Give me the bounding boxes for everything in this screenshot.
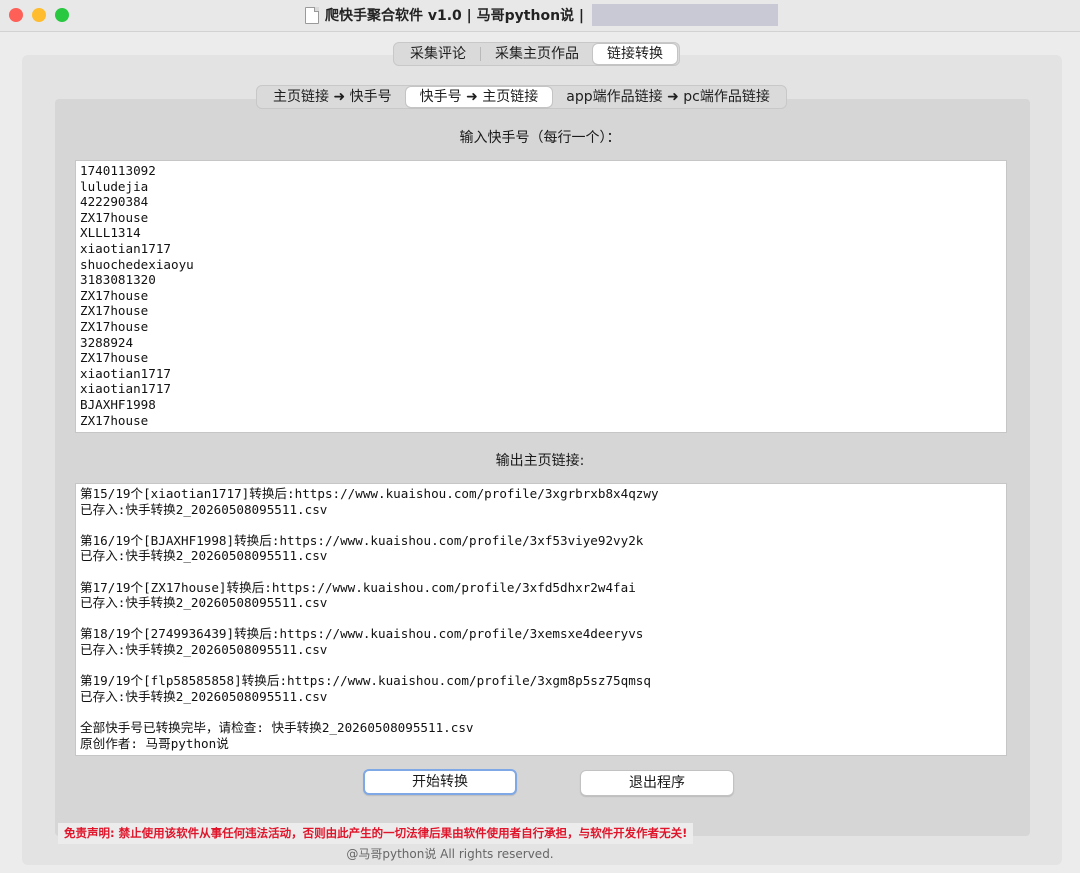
text-line: 1740113092: [80, 163, 156, 178]
tab-link-convert[interactable]: 链接转换: [593, 44, 677, 64]
text-line: [80, 611, 1002, 627]
subtab-id-to-profile[interactable]: 快手号 ➜ 主页链接: [405, 87, 553, 107]
text-line: 第18/19个[2749936439]转换后:https://www.kuais…: [80, 626, 644, 642]
text-line: ZX17house: [80, 209, 149, 225]
main-tab-bar: 采集评论 采集主页作品 链接转换: [393, 42, 680, 66]
text-line: XLLL1314: [80, 225, 141, 241]
output-label: 输出主页链接:: [495, 453, 585, 469]
text-line: shuochedexiaoyu: [80, 256, 194, 272]
subtab-app-to-pc-link[interactable]: app端作品链接 ➜ pc端作品链接: [552, 87, 784, 107]
text-line: 422290384: [80, 194, 149, 210]
text-line: 第15/19个[xiaotian1717]转换后:https://www.kua…: [80, 486, 659, 501]
close-window-button[interactable]: [9, 8, 23, 22]
copyright-text: @马哥python说 All rights reserved.: [346, 847, 554, 861]
sub-tab-bar: 主页链接 ➜ 快手号 快手号 ➜ 主页链接 app端作品链接 ➜ pc端作品链接: [256, 85, 787, 109]
document-icon: [305, 6, 319, 24]
text-line: 第17/19个[ZX17house]转换后:https://www.kuaish…: [80, 579, 636, 595]
disclaimer-text: 免责声明: 禁止使用该软件从事任何违法活动，否则由此产生的一切法律后果由软件使用…: [58, 823, 694, 844]
input-label: 输入快手号（每行一个）：: [459, 130, 621, 146]
text-line: 已存入:快手转换2_20260508095511.csv: [80, 595, 328, 611]
window-title-group: 爬快手聚合软件 v1.0 | 马哥python说 |: [305, 4, 779, 26]
text-line: ZX17house: [80, 350, 149, 366]
text-line: 第16/19个[BJAXHF1998]转换后:https://www.kuais…: [80, 532, 644, 548]
subtab-profile-to-id[interactable]: 主页链接 ➜ 快手号: [259, 87, 406, 107]
text-line: xiaotian1717: [80, 365, 171, 381]
text-line: [80, 658, 1002, 674]
window-title: 爬快手聚合软件 v1.0 | 马哥python说 |: [325, 8, 585, 24]
text-line: 全部快手号已转换完毕，请检查: 快手转换2_20260508095511.csv: [80, 719, 474, 735]
redacted-area: [592, 4, 779, 26]
start-convert-button[interactable]: 开始转换: [363, 769, 517, 795]
text-line: [80, 704, 1002, 720]
text-line: BJAXHF1998: [80, 396, 156, 412]
text-line: xiaotian1717: [80, 240, 171, 256]
text-line: 3183081320: [80, 272, 156, 288]
text-line: 已存入:快手转换2_20260508095511.csv: [80, 548, 328, 564]
text-line: 原创作者: 马哥python说: [80, 735, 229, 751]
output-textarea[interactable]: 第15/19个[xiaotian1717]转换后:https://www.kua…: [75, 483, 1007, 756]
text-line: 已存入:快手转换2_20260508095511.csv: [80, 501, 328, 517]
text-line: ZX17house: [80, 412, 149, 428]
text-line: 已存入:快手转换2_20260508095511.csv: [80, 641, 328, 657]
text-line: [80, 517, 1002, 533]
text-line: xiaotian1717: [80, 381, 171, 397]
text-line: luludejia: [80, 178, 149, 194]
text-line: ZX17house: [80, 287, 149, 303]
text-line: ZX17house: [80, 303, 149, 319]
tab-collect-profile-works[interactable]: 采集主页作品: [481, 44, 593, 64]
input-textarea[interactable]: 1740113092 luludejia 422290384 ZX17house XLL…: [75, 160, 1007, 433]
maximize-window-button[interactable]: [55, 8, 69, 22]
text-line: ZX17house: [80, 318, 149, 334]
text-line: 已存入:快手转换2_20260508095511.csv: [80, 688, 328, 704]
text-line: 第19/19个[flp58585858]转换后:https://www.kuai…: [80, 673, 651, 689]
text-line: 3288924: [80, 334, 134, 350]
title-bar: 爬快手聚合软件 v1.0 | 马哥python说 |: [0, 0, 1080, 32]
exit-program-button[interactable]: 退出程序: [580, 770, 734, 796]
minimize-window-button[interactable]: [32, 8, 46, 22]
tab-collect-comments[interactable]: 采集评论: [396, 44, 480, 64]
text-line: [80, 564, 1002, 580]
